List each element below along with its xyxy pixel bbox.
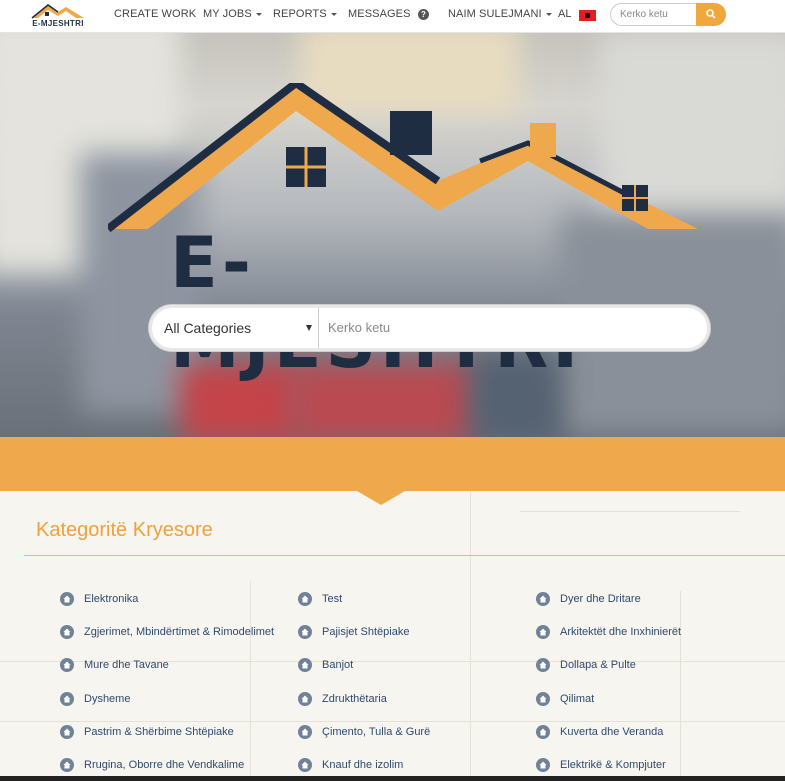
nav-create-work[interactable]: CREATE WORK (114, 8, 196, 20)
albania-flag-icon[interactable] (579, 10, 596, 21)
search-icon (706, 9, 716, 19)
home-icon (298, 692, 312, 706)
blueprint-line (680, 591, 681, 781)
nav-messages[interactable]: MESSAGES (348, 8, 411, 20)
category-label: Arkitektët dhe Inxhinierët (560, 626, 682, 638)
category-link[interactable]: Zgjerimet, Mbindërtimet & Rimodelimet (60, 625, 275, 639)
category-link[interactable]: Elektronika (60, 592, 139, 606)
category-label: Pajisjet Shtëpiake (322, 626, 410, 638)
category-link[interactable]: Elektrikë & Kompjuter (536, 758, 666, 772)
home-icon (60, 625, 74, 639)
category-label: Rrugina, Oborre dhe Vendkalime (84, 759, 245, 771)
category-link[interactable]: Kuverta dhe Veranda (536, 725, 664, 739)
caret-down-icon (255, 12, 262, 16)
category-link[interactable]: Mure dhe Tavane (60, 658, 169, 672)
accent-band (0, 437, 785, 491)
language-label[interactable]: AL (558, 8, 572, 20)
band-pointer (357, 491, 405, 505)
category-label: Qilimat (560, 693, 595, 705)
home-icon (536, 725, 550, 739)
user-name: NAIM SULEJMANI (448, 8, 542, 20)
question-circle-icon[interactable]: ? (418, 9, 429, 20)
category-label: Dyer dhe Dritare (560, 593, 641, 605)
home-icon (60, 725, 74, 739)
category-label: Çimento, Tulla & Gurë (322, 726, 431, 738)
dropdown-arrow-icon (306, 325, 312, 331)
category-label: Mure dhe Tavane (84, 659, 169, 671)
blueprint-line (470, 491, 471, 781)
nav-reports-label: REPORTS (273, 8, 327, 20)
hero-banner: E-MJESHTRI All Categories Kerko ketu (0, 33, 785, 437)
nav-search-input[interactable] (610, 3, 698, 26)
home-icon (536, 658, 550, 672)
hero-search-bar: All Categories Kerko ketu (149, 305, 710, 351)
home-icon (298, 658, 312, 672)
category-link[interactable]: Pastrim & Shërbime Shtëpiake (60, 725, 234, 739)
nav-user-menu[interactable]: NAIM SULEJMANI (448, 8, 552, 20)
category-label: Knauf dhe izolim (322, 759, 404, 771)
home-icon (536, 758, 550, 772)
home-icon (536, 592, 550, 606)
bottom-edge (0, 776, 785, 781)
category-link[interactable]: Qilimat (536, 692, 595, 706)
category-label: Zgjerimet, Mbindërtimet & Rimodelimet (84, 626, 275, 638)
category-label: Banjot (322, 659, 354, 671)
category-label: Pastrim & Shërbime Shtëpiake (84, 726, 234, 738)
category-link[interactable]: Dollapa & Pulte (536, 658, 636, 672)
nav-my-jobs[interactable]: MY JOBS (203, 8, 262, 20)
logo-text: E-MJESHTRI (32, 19, 84, 28)
home-icon (60, 658, 74, 672)
home-icon (298, 725, 312, 739)
category-link[interactable]: Çimento, Tulla & Gurë (298, 725, 431, 739)
category-link[interactable]: Arkitektët dhe Inxhinierët (536, 625, 682, 639)
category-label: Kuverta dhe Veranda (560, 726, 664, 738)
home-icon (298, 625, 312, 639)
category-link[interactable]: Knauf dhe izolim (298, 758, 404, 772)
category-link[interactable]: Dysheme (60, 692, 131, 706)
nav-my-jobs-label: MY JOBS (203, 8, 252, 20)
top-navbar: E-MJESHTRI CREATE WORK MY JOBS REPORTS M… (0, 0, 785, 33)
blueprint-line (250, 581, 251, 781)
home-icon (60, 758, 74, 772)
section-title: Kategoritë Kryesore (36, 519, 213, 541)
nav-search-button[interactable] (696, 3, 726, 26)
house-logo-icon (31, 4, 84, 19)
blueprint-line (0, 721, 785, 722)
category-label: Test (322, 593, 343, 605)
caret-down-icon (330, 12, 337, 16)
section-divider (24, 555, 785, 556)
category-link[interactable]: Dyer dhe Dritare (536, 592, 641, 606)
category-link[interactable]: Rrugina, Oborre dhe Vendkalime (60, 758, 245, 772)
hero-title: E-MJESHTRI (170, 222, 578, 383)
category-link[interactable]: Pajisjet Shtëpiake (298, 625, 410, 639)
category-select[interactable]: All Categories (152, 308, 319, 348)
blueprint-line (520, 511, 740, 512)
home-icon (60, 692, 74, 706)
caret-down-icon (545, 12, 552, 16)
brand-logo[interactable]: E-MJESHTRI (26, 2, 90, 31)
category-link[interactable]: Zdrukthëtaria (298, 692, 387, 706)
category-label: Elektronika (84, 593, 139, 605)
home-icon (298, 592, 312, 606)
category-label: Dollapa & Pulte (560, 659, 636, 671)
category-link[interactable]: Test (298, 592, 343, 606)
nav-search (610, 3, 726, 26)
hero-search-input[interactable]: Kerko ketu (328, 308, 698, 348)
category-label: Zdrukthëtaria (322, 693, 387, 705)
home-icon (60, 592, 74, 606)
home-icon (536, 625, 550, 639)
home-icon (536, 692, 550, 706)
category-label: Dysheme (84, 693, 131, 705)
category-label: Elektrikë & Kompjuter (560, 759, 666, 771)
nav-reports[interactable]: REPORTS (273, 8, 337, 20)
category-select-value: All Categories (164, 320, 252, 336)
home-icon (298, 758, 312, 772)
category-link[interactable]: Banjot (298, 658, 354, 672)
